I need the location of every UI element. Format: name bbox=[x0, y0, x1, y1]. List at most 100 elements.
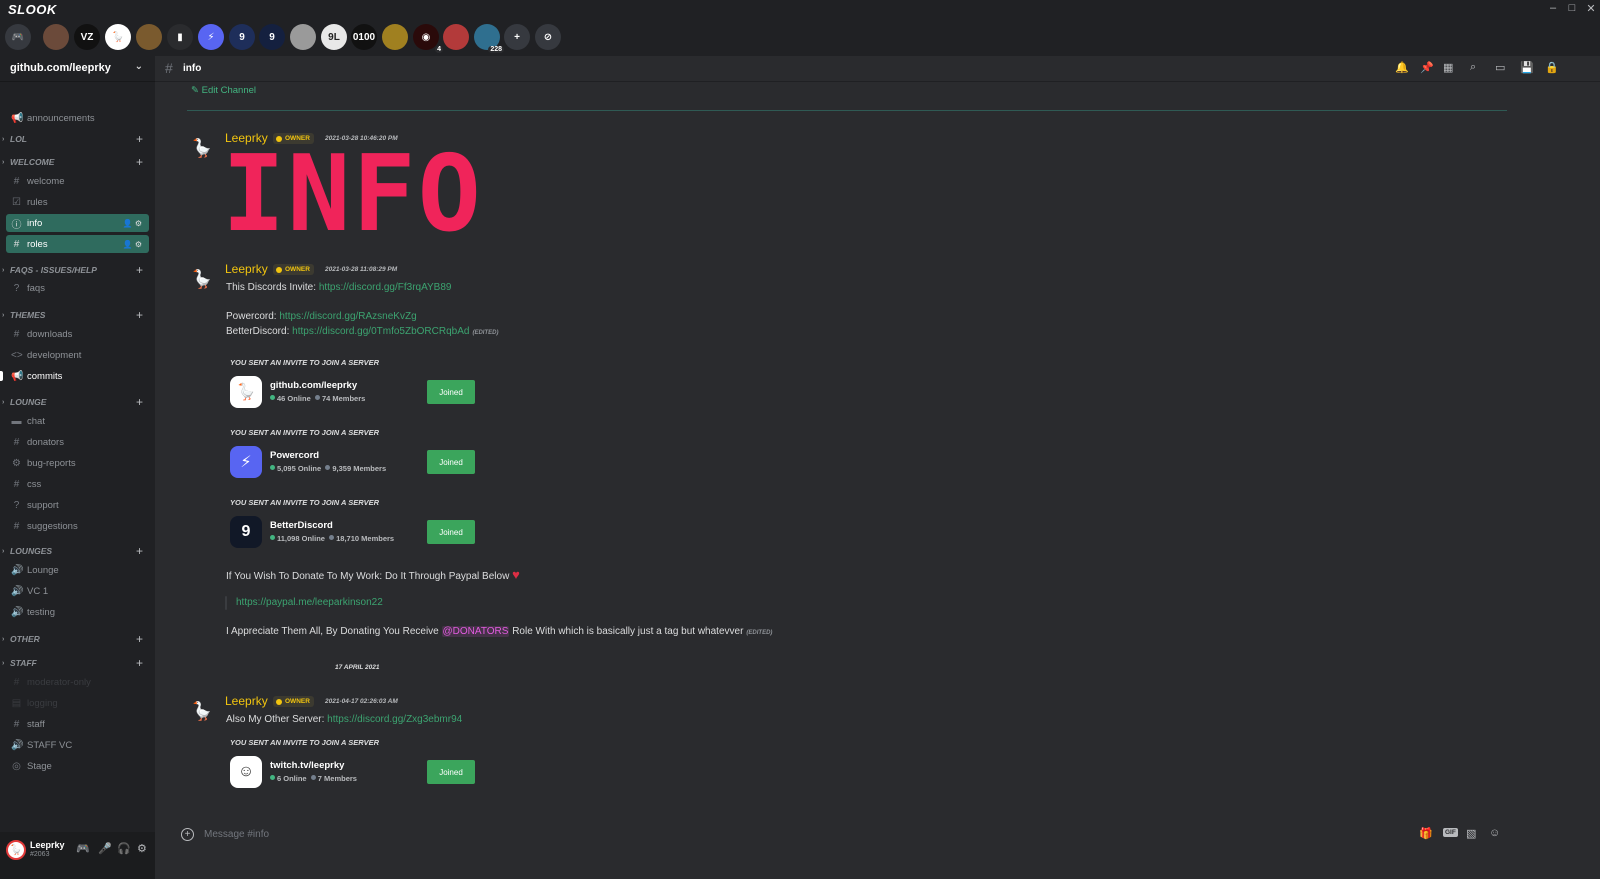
message-avatar[interactable]: 🪿 bbox=[189, 698, 215, 724]
sticker-icon[interactable]: ▧ bbox=[1466, 827, 1476, 840]
add-channel-icon[interactable]: + bbox=[136, 132, 143, 146]
sidebar-item-rules[interactable]: ☑ rules bbox=[6, 193, 149, 211]
guild-powercord[interactable]: ⚡ bbox=[198, 24, 224, 50]
guild-betterdiscord-1[interactable]: 9 bbox=[229, 24, 255, 50]
guild-avatar-5[interactable] bbox=[443, 24, 469, 50]
emoji-icon[interactable]: ☺ bbox=[1489, 827, 1500, 839]
sidebar-item-logging[interactable]: ▤ logging bbox=[6, 694, 149, 712]
category-lol[interactable]: › LOL + bbox=[2, 132, 147, 146]
category-faqs-issues-help[interactable]: › FAQS - ISSUES/HELP + bbox=[2, 263, 147, 277]
microphone-icon[interactable]: 🎤 bbox=[98, 842, 112, 855]
avatar[interactable]: 🪿 bbox=[6, 840, 26, 860]
gif-icon[interactable]: GIF bbox=[1443, 828, 1458, 837]
guild-avatar-4[interactable] bbox=[382, 24, 408, 50]
sidebar-item-staff[interactable]: # staff bbox=[6, 715, 149, 733]
add-channel-icon[interactable]: + bbox=[136, 656, 143, 670]
guild-vz[interactable]: VZ bbox=[74, 24, 100, 50]
inbox-icon[interactable]: ▭ bbox=[1495, 61, 1505, 74]
guild-goose[interactable]: 🪿 bbox=[105, 24, 131, 50]
server-icon[interactable]: ☺ bbox=[230, 756, 262, 788]
add-channel-icon[interactable]: + bbox=[136, 155, 143, 169]
server-icon[interactable]: 9 bbox=[230, 516, 262, 548]
guild-betterdiscord-2[interactable]: 9 bbox=[259, 24, 285, 50]
sidebar-item-welcome[interactable]: # welcome bbox=[6, 172, 149, 190]
sidebar-item-css[interactable]: # css bbox=[6, 475, 149, 493]
game-controller-icon[interactable]: 🎮 bbox=[76, 842, 90, 855]
guild-avatar-3[interactable] bbox=[290, 24, 316, 50]
add-channel-icon[interactable]: + bbox=[136, 308, 143, 322]
server-header[interactable]: github.com/leeprky ⌄ bbox=[0, 56, 155, 82]
powercord-link[interactable]: https://discord.gg/RAzsneKvZg bbox=[279, 311, 416, 322]
settings-gear-icon[interactable]: ⚙ bbox=[137, 842, 147, 855]
add-channel-icon[interactable]: + bbox=[136, 395, 143, 409]
add-channel-icon[interactable]: + bbox=[136, 263, 143, 277]
explore-icon[interactable]: ⊘ bbox=[535, 24, 561, 50]
guild-avatar-6[interactable]: 228 bbox=[474, 24, 504, 53]
minimize-icon[interactable]: – bbox=[1546, 2, 1560, 14]
discord-home-icon[interactable]: 🎮 bbox=[5, 24, 31, 50]
invite-link[interactable]: https://discord.gg/Ff3rqAYB89 bbox=[319, 282, 452, 293]
category-welcome[interactable]: › WELCOME + bbox=[2, 155, 147, 169]
guild-binary[interactable]: 0100 bbox=[351, 24, 377, 50]
message-avatar[interactable]: 🪿 bbox=[189, 266, 215, 292]
joined-button[interactable]: Joined bbox=[427, 380, 475, 404]
joined-button[interactable]: Joined bbox=[427, 520, 475, 544]
role-mention[interactable]: @DONATORS bbox=[441, 626, 510, 637]
sidebar-item-testing[interactable]: 🔊 testing bbox=[6, 603, 149, 621]
paypal-link[interactable]: https://paypal.me/leeparkinson22 bbox=[236, 597, 383, 608]
channel-settings-icon[interactable]: 👤⚙ bbox=[123, 219, 144, 228]
guild-avatar-2[interactable] bbox=[136, 24, 162, 50]
lock-icon[interactable]: 🔒 bbox=[1545, 61, 1559, 74]
betterdiscord-link[interactable]: https://discord.gg/0Tmfo5ZbORCRqbAd bbox=[292, 326, 469, 337]
category-lounge[interactable]: › LOUNGE + bbox=[2, 395, 147, 409]
category-staff[interactable]: › STAFF + bbox=[2, 656, 147, 670]
category-other[interactable]: › OTHER + bbox=[2, 632, 147, 646]
sidebar-item-faqs[interactable]: ? faqs bbox=[6, 279, 149, 297]
sidebar-item-stage[interactable]: ◎ Stage bbox=[6, 757, 149, 775]
guild-red-circle[interactable]: ◉ 4 bbox=[413, 24, 443, 53]
attach-plus-icon[interactable]: + bbox=[181, 828, 194, 841]
search-icon[interactable]: ⌕ bbox=[1470, 61, 1476, 74]
message-input[interactable] bbox=[204, 825, 1404, 843]
close-icon[interactable]: ✕ bbox=[1584, 2, 1598, 15]
guild-avatar-1[interactable] bbox=[43, 24, 69, 50]
maximize-icon[interactable]: □ bbox=[1565, 2, 1579, 14]
chevron-down-icon[interactable]: ⌄ bbox=[135, 61, 143, 72]
server-icon[interactable]: ⚡ bbox=[230, 446, 262, 478]
guild-folder[interactable]: ▮ bbox=[167, 24, 193, 50]
message-author[interactable]: Leeprky bbox=[225, 262, 268, 276]
gift-icon[interactable]: 🎁 bbox=[1419, 827, 1433, 840]
server-link[interactable]: https://discord.gg/Zxg3ebmr94 bbox=[327, 714, 462, 725]
joined-button[interactable]: Joined bbox=[427, 760, 475, 784]
channel-settings-icon[interactable]: 👤⚙ bbox=[123, 240, 144, 249]
sidebar-item-suggestions[interactable]: # suggestions bbox=[6, 517, 149, 535]
sidebar-item-development[interactable]: <> development bbox=[6, 346, 149, 364]
edit-channel-link[interactable]: ✎ Edit Channel bbox=[191, 85, 256, 96]
member-list-icon[interactable]: ▦ bbox=[1443, 61, 1453, 74]
sidebar-item-announcements[interactable]: 📢 announcements bbox=[6, 109, 149, 127]
message-avatar[interactable]: 🪿 bbox=[189, 135, 215, 161]
sidebar-item-roles[interactable]: # roles 👤⚙ bbox=[6, 235, 149, 253]
sidebar-item-support[interactable]: ? support bbox=[6, 496, 149, 514]
sidebar-item-chat[interactable]: ▬ chat bbox=[6, 412, 149, 430]
add-channel-icon[interactable]: + bbox=[136, 632, 143, 646]
save-icon[interactable]: 💾 bbox=[1520, 61, 1534, 74]
message-author[interactable]: Leeprky bbox=[225, 694, 268, 708]
headphones-icon[interactable]: 🎧 bbox=[117, 842, 131, 855]
sidebar-item-bug-reports[interactable]: ⚙ bug-reports bbox=[6, 454, 149, 472]
category-themes[interactable]: › THEMES + bbox=[2, 308, 147, 322]
sidebar-item-moderator-only[interactable]: # moderator-only bbox=[6, 673, 149, 691]
add-channel-icon[interactable]: + bbox=[136, 544, 143, 558]
sidebar-item-staff-vc[interactable]: 🔊 STAFF VC bbox=[6, 736, 149, 754]
sidebar-item-donators[interactable]: # donators bbox=[6, 433, 149, 451]
bell-icon[interactable]: 🔔 bbox=[1395, 61, 1409, 74]
pin-icon[interactable]: 📌 bbox=[1420, 61, 1434, 74]
sidebar-item-commits[interactable]: 📢 commits bbox=[6, 367, 149, 385]
guild-9l[interactable]: 9L bbox=[321, 24, 347, 50]
category-lounges[interactable]: › LOUNGES + bbox=[2, 544, 147, 558]
joined-button[interactable]: Joined bbox=[427, 450, 475, 474]
sidebar-item-info[interactable]: ⓘ info 👤⚙ bbox=[6, 214, 149, 232]
add-server-icon[interactable]: + bbox=[504, 24, 530, 50]
server-icon[interactable]: 🪿 bbox=[230, 376, 262, 408]
sidebar-item-lounge[interactable]: 🔊 Lounge bbox=[6, 561, 149, 579]
